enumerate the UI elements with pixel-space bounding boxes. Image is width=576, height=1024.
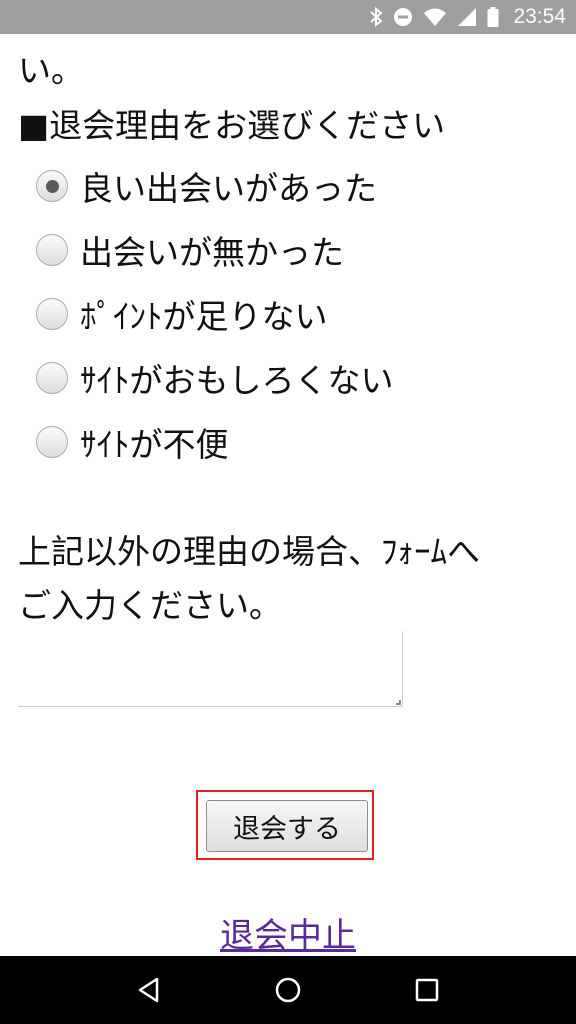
radio-button[interactable] [36,362,68,394]
reason-option-inconvenient[interactable]: ｻｲﾄが不便 [36,420,229,464]
status-time: 23:54 [513,5,566,28]
bluetooth-icon [369,6,383,28]
signal-icon [457,6,477,28]
radio-button[interactable] [36,170,68,202]
reason-option-good-match[interactable]: 良い出会いがあった [36,164,377,208]
do-not-disturb-icon [393,6,413,28]
withdraw-button[interactable]: 退会する [206,800,368,852]
intro-text-tail: い。 [18,51,84,90]
reason-label: 良い出会いがあった [80,169,377,208]
back-icon[interactable] [119,960,179,1020]
reason-label: ｻｲﾄがおもしろくない [80,361,394,400]
navigation-bar [0,956,576,1024]
recents-icon[interactable] [397,960,457,1020]
home-icon[interactable] [258,960,318,1020]
withdrawal-form: い。 ■退会理由をお選びください 良い出会いがあった 出会いが無かった ﾎﾟｲﾝ… [0,34,576,956]
radio-button[interactable] [36,426,68,458]
wifi-icon [423,6,447,28]
section-heading: ■退会理由をお選びください [18,106,446,145]
other-reason-instruction: 上記以外の理由の場合、ﾌｫｰﾑへ [18,532,480,571]
status-bar: 23:54 [0,0,576,34]
reason-label: ｻｲﾄが不便 [80,425,229,464]
resize-grip-icon[interactable] [396,700,401,705]
battery-icon [487,6,499,28]
reason-option-points[interactable]: ﾎﾟｲﾝﾄが足りない [36,292,328,336]
other-reason-textarea[interactable] [18,631,403,707]
other-reason-instruction-2: ご入力ください。 [18,586,282,625]
radio-button[interactable] [36,298,68,330]
reason-label: 出会いが無かった [80,233,344,272]
cancel-withdrawal-link[interactable]: 退会中止 [0,908,576,956]
reason-label: ﾎﾟｲﾝﾄが足りない [80,297,328,336]
radio-button[interactable] [36,234,68,266]
reason-option-not-fun[interactable]: ｻｲﾄがおもしろくない [36,356,394,400]
reason-option-no-match[interactable]: 出会いが無かった [36,228,344,272]
